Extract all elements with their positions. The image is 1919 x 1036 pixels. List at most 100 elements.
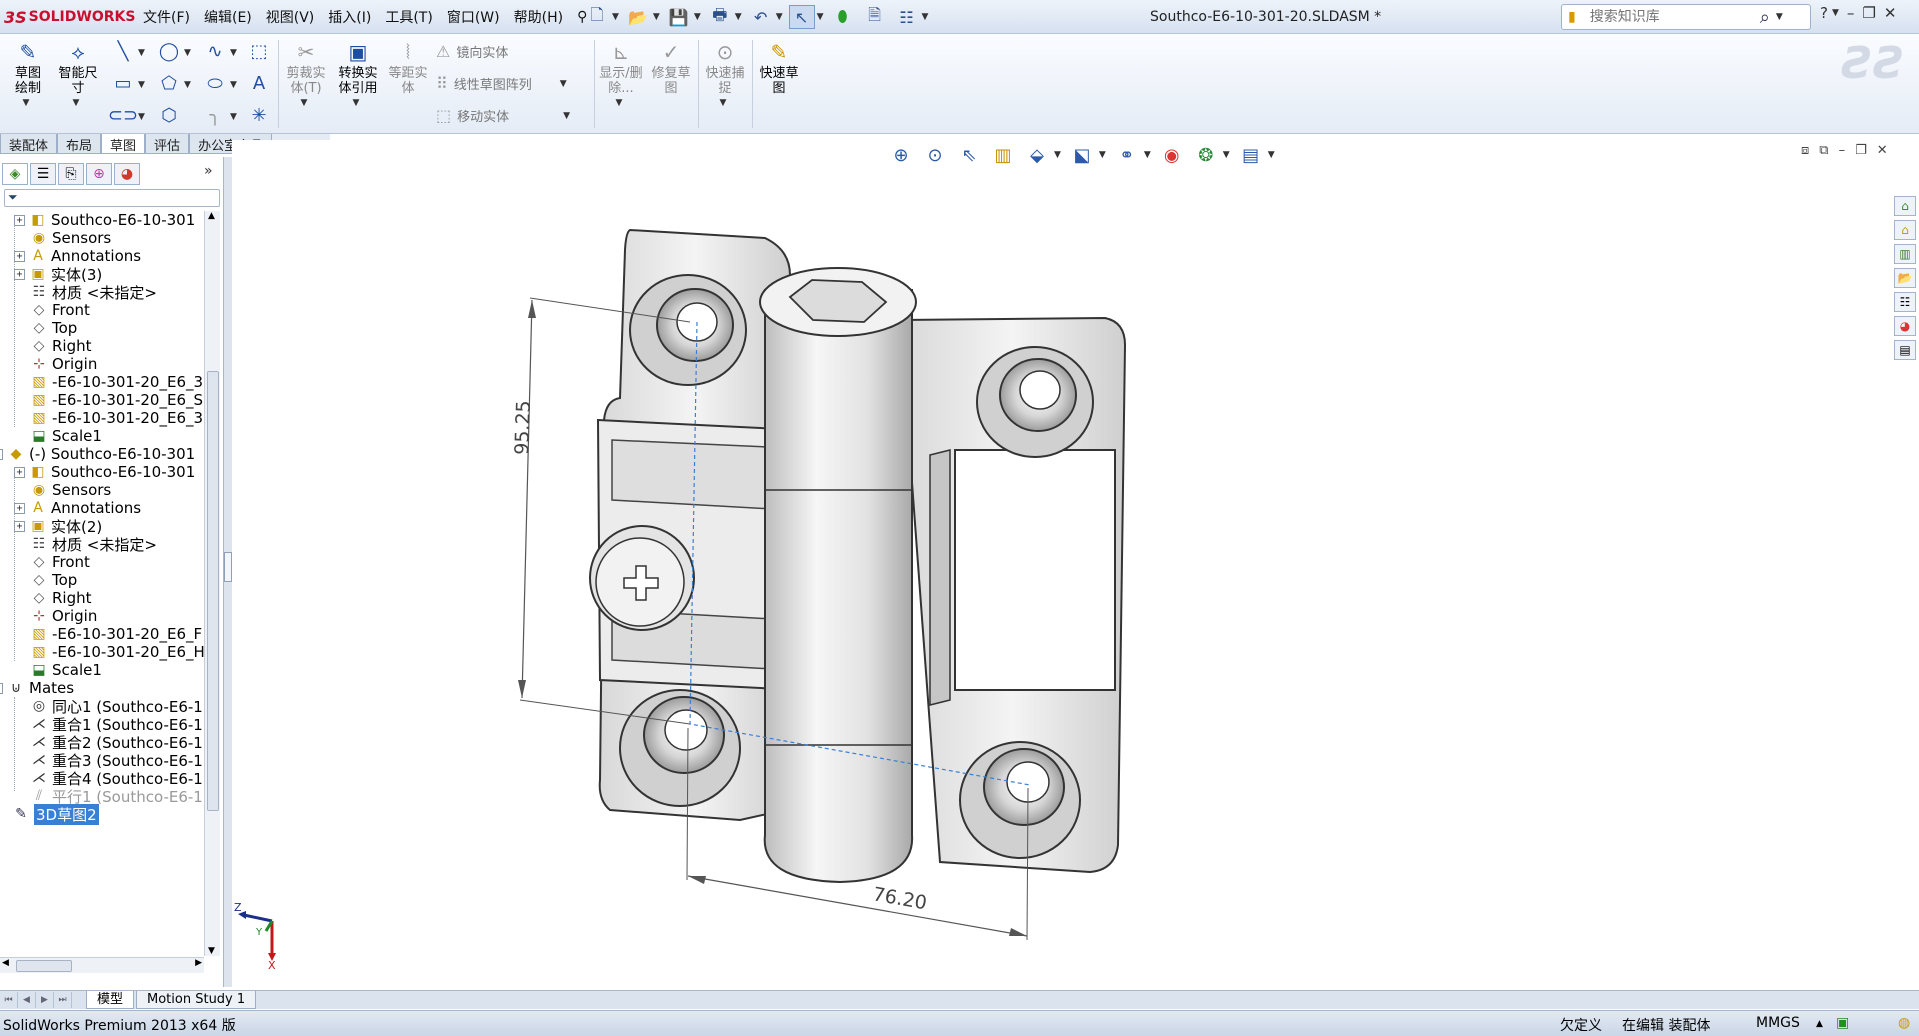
unit-system[interactable]: MMGS bbox=[1756, 1015, 1800, 1031]
new-dropdown-arrow[interactable]: ▼ bbox=[612, 12, 619, 22]
last-tab-arrow[interactable]: ⏭ bbox=[54, 992, 72, 1008]
line-dropdown-arrow[interactable]: ▼ bbox=[138, 48, 145, 58]
offset-entities-button[interactable]: ⦚ 等距实体 bbox=[386, 38, 430, 97]
search-icon[interactable]: ⌕ bbox=[1760, 7, 1770, 28]
tree-expander-icon[interactable]: + bbox=[14, 520, 25, 532]
tree-expander-icon[interactable]: + bbox=[14, 466, 25, 478]
print-dropdown-arrow[interactable]: ▼ bbox=[735, 12, 742, 22]
rebuild-status-icon[interactable]: ▣ bbox=[1836, 1015, 1849, 1031]
circle-dropdown-arrow[interactable]: ▼ bbox=[184, 48, 191, 58]
fillet-icon[interactable]: ╮ bbox=[204, 104, 226, 126]
tree-expander-icon[interactable]: + bbox=[14, 268, 25, 280]
convert-entities-button[interactable]: ▣ 转换实体引用 ▼ bbox=[334, 38, 382, 111]
menu-tools[interactable]: 工具(T) bbox=[378, 7, 439, 27]
scrollbar-thumb[interactable] bbox=[16, 960, 72, 972]
restore-icon[interactable]: ❐ bbox=[1862, 4, 1875, 22]
options-icon[interactable]: ☷ bbox=[894, 5, 920, 29]
spline-icon[interactable]: ∿ bbox=[204, 40, 226, 62]
smart-dimension-button[interactable]: ⟡ 智能尺寸 ▼ bbox=[56, 38, 100, 111]
hinge-model[interactable]: 95.25 76.20 bbox=[232, 140, 1892, 990]
quick-snaps-dropdown-arrow[interactable]: ▼ bbox=[720, 96, 727, 111]
quick-snaps-button[interactable]: ⊙ 快速捕捉 ▼ bbox=[702, 38, 748, 111]
spline-dropdown-arrow[interactable]: ▼ bbox=[230, 48, 237, 58]
rapid-sketch-button[interactable]: ✎ 快速草图 bbox=[756, 38, 802, 97]
display-manager-tab-icon[interactable]: ◕ bbox=[114, 163, 140, 185]
rectangle-dropdown-arrow[interactable]: ▼ bbox=[138, 80, 145, 90]
units-dropdown-arrow[interactable]: ▲ bbox=[1816, 1019, 1823, 1029]
splitter-grip[interactable] bbox=[224, 552, 232, 582]
mounting-hole-bottom-right[interactable] bbox=[959, 741, 1081, 859]
home-tab-icon[interactable]: ⌂ bbox=[1894, 220, 1916, 240]
mirror-entities-button[interactable]: ⚠ 镜向实体 bbox=[436, 42, 508, 61]
search-input[interactable] bbox=[1589, 9, 1760, 25]
help-icon[interactable]: ? bbox=[1820, 4, 1828, 22]
options-dropdown-arrow[interactable]: ▼ bbox=[922, 12, 929, 22]
polygon-icon[interactable]: ⬠ bbox=[158, 72, 180, 94]
view-palette-tab-icon[interactable]: ☷ bbox=[1894, 292, 1916, 312]
tab-assembly[interactable]: 装配体 bbox=[0, 134, 58, 154]
tree-vertical-scrollbar[interactable]: ▲ ▼ bbox=[204, 211, 220, 956]
appearances-tab-icon[interactable]: ◕ bbox=[1894, 316, 1916, 336]
custom-properties-tab-icon[interactable]: ▤ bbox=[1894, 340, 1916, 360]
linear-pattern-dropdown-arrow[interactable]: ▼ bbox=[560, 79, 567, 89]
fillet-dropdown-arrow[interactable]: ▼ bbox=[230, 112, 237, 122]
scroll-left-arrow[interactable]: ◀ bbox=[2, 958, 9, 968]
tree-filter[interactable]: ⏷ bbox=[4, 189, 220, 207]
file-properties-icon[interactable]: 🗎 bbox=[862, 5, 888, 29]
scroll-right-arrow[interactable]: ▶ bbox=[195, 958, 202, 968]
select-pointer-icon[interactable]: ↖ bbox=[788, 5, 815, 29]
scroll-down-arrow[interactable]: ▼ bbox=[208, 946, 215, 956]
ellipse-icon[interactable]: ⬭ bbox=[204, 72, 226, 94]
menu-edit[interactable]: 编辑(E) bbox=[197, 7, 259, 27]
tab-motion-study[interactable]: Motion Study 1 bbox=[136, 991, 257, 1009]
slot-icon[interactable]: ⊂⊃ bbox=[108, 104, 138, 126]
mounting-hole-top-left[interactable] bbox=[629, 274, 747, 386]
next-tab-arrow[interactable]: ▶ bbox=[36, 992, 54, 1008]
rectangle-icon[interactable]: ▭ bbox=[112, 72, 134, 94]
trim-dropdown-arrow[interactable]: ▼ bbox=[301, 96, 308, 111]
menu-help[interactable]: 帮助(H) bbox=[507, 7, 570, 27]
menu-view[interactable]: 视图(V) bbox=[259, 7, 322, 27]
design-library-tab-icon[interactable]: ▥ bbox=[1894, 244, 1916, 264]
prev-tab-arrow[interactable]: ◀ bbox=[18, 992, 36, 1008]
hexagon-icon[interactable]: ⬡ bbox=[158, 104, 180, 126]
display-delete-relations-button[interactable]: ⊾ 显示/删除... ▼ bbox=[598, 38, 644, 111]
line-icon[interactable]: ╲ bbox=[112, 40, 134, 62]
move-entities-button[interactable]: ⬚ 移动实体 ▼ bbox=[436, 106, 570, 125]
circle-icon[interactable]: ◯ bbox=[158, 40, 180, 62]
tab-layout[interactable]: 布局 bbox=[57, 134, 102, 154]
save-icon[interactable]: 💾 bbox=[666, 5, 692, 29]
move-dropdown-arrow[interactable]: ▼ bbox=[563, 111, 570, 121]
tree-horizontal-scrollbar[interactable]: ◀ ▶ bbox=[0, 957, 204, 973]
undo-dropdown-arrow[interactable]: ▼ bbox=[776, 12, 783, 22]
repair-sketch-button[interactable]: ✓ 修复草图 bbox=[648, 38, 694, 97]
vertical-dimension-label[interactable]: 95.25 bbox=[511, 400, 535, 455]
solidworks-resources-tab-icon[interactable]: ⌂ bbox=[1894, 196, 1916, 216]
first-tab-arrow[interactable]: ⏮ bbox=[0, 992, 18, 1008]
convert-dropdown-arrow[interactable]: ▼ bbox=[353, 96, 360, 111]
open-dropdown-arrow[interactable]: ▼ bbox=[653, 12, 660, 22]
property-manager-tab-icon[interactable]: ☰ bbox=[30, 163, 56, 185]
close-icon[interactable]: ✕ bbox=[1884, 4, 1897, 22]
tab-model[interactable]: 模型 bbox=[86, 991, 135, 1009]
feature-manager-tab-icon[interactable]: ◈ bbox=[2, 163, 28, 185]
print-icon[interactable]: 🖶 bbox=[707, 5, 733, 29]
tab-evaluate[interactable]: 评估 bbox=[145, 134, 190, 154]
ellipse-dropdown-arrow[interactable]: ▼ bbox=[230, 80, 237, 90]
file-explorer-tab-icon[interactable]: 📂 bbox=[1894, 268, 1916, 288]
select-dropdown-arrow[interactable]: ▼ bbox=[817, 12, 824, 22]
menu-window[interactable]: 窗口(W) bbox=[440, 7, 507, 27]
scroll-up-arrow[interactable]: ▲ bbox=[208, 211, 215, 221]
sketch-picture-icon[interactable]: ⬚ bbox=[248, 40, 270, 62]
hinge-barrel[interactable] bbox=[759, 267, 917, 884]
polygon-dropdown-arrow[interactable]: ▼ bbox=[184, 80, 191, 90]
panel-splitter[interactable] bbox=[224, 157, 232, 987]
help-dropdown-arrow[interactable]: ▼ bbox=[1832, 8, 1839, 18]
tab-sketch[interactable]: 草图 bbox=[101, 134, 146, 154]
phillips-screw[interactable] bbox=[589, 525, 695, 631]
mounting-hole-top-right[interactable] bbox=[976, 346, 1094, 458]
menu-file[interactable]: 文件(F) bbox=[136, 7, 197, 27]
text-icon[interactable]: A bbox=[248, 72, 270, 94]
minimize-icon[interactable]: – bbox=[1847, 4, 1855, 22]
tree-node[interactable]: ✎ 3D草图2 bbox=[12, 803, 99, 825]
